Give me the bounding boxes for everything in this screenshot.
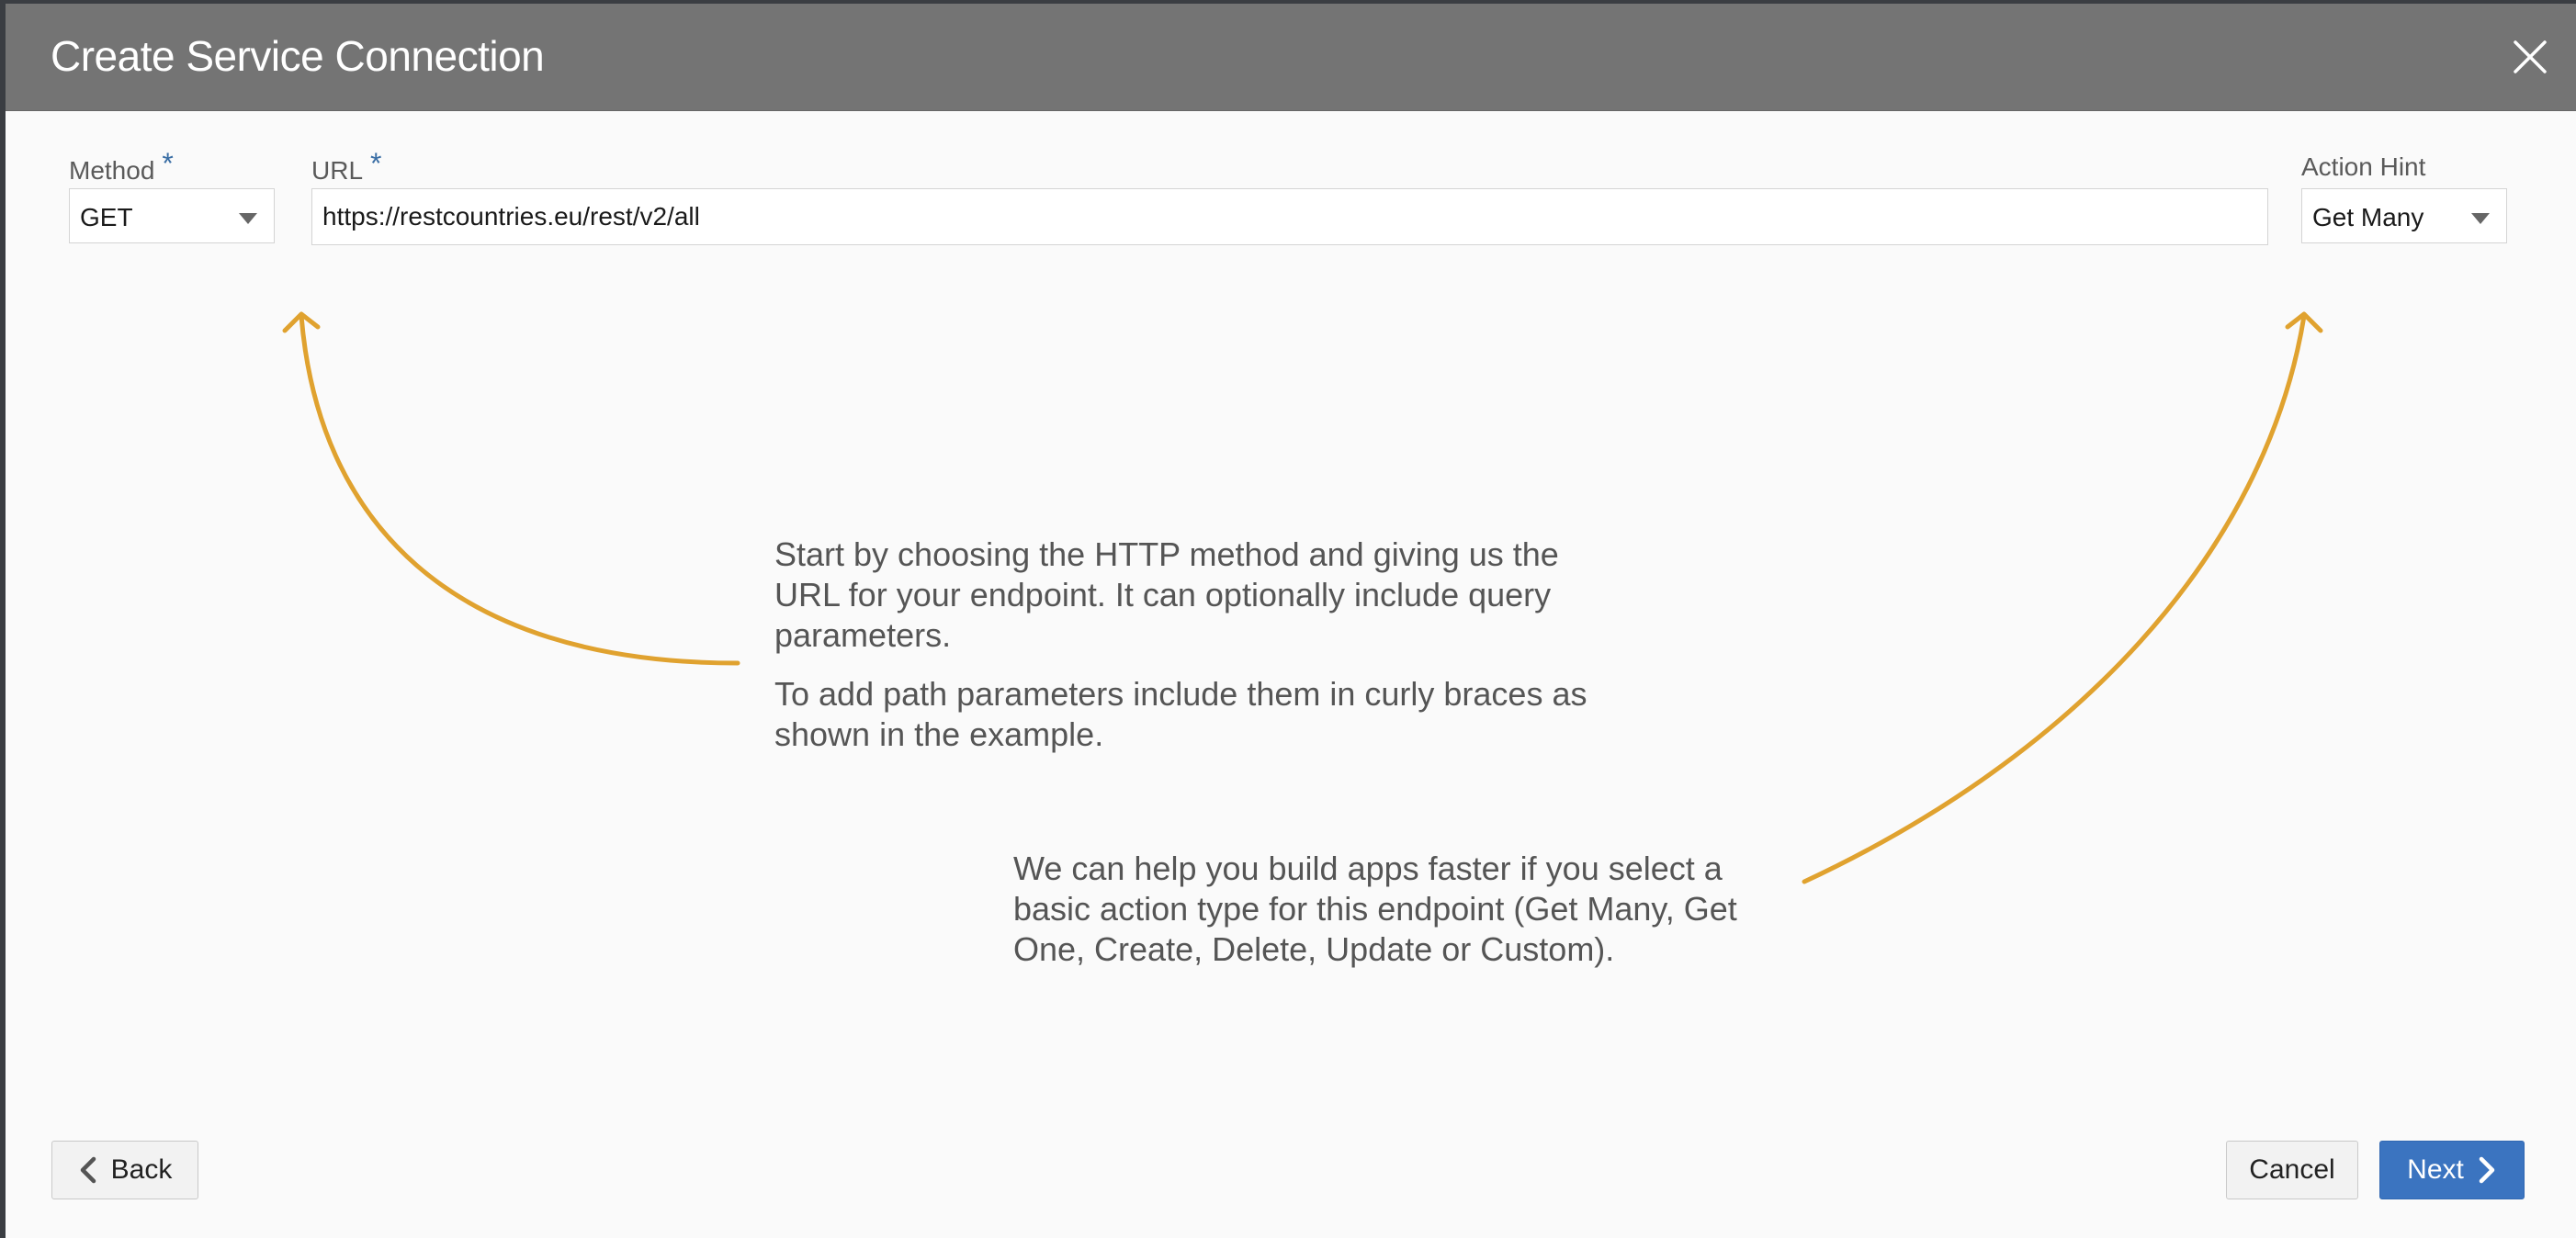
chevron-right-icon [2479,1156,2495,1184]
create-service-connection-dialog: Create Service Connection Method * GET UR… [6,4,2576,1238]
method-select-value: GET [80,203,133,231]
method-label-row: Method * [69,147,174,186]
url-label-row: URL * [311,147,381,186]
url-hint-text: Start by choosing the HTTP method and gi… [774,535,1601,755]
back-button-label: Back [110,1154,173,1185]
action-hint-select-value: Get Many [2312,203,2424,231]
cancel-button-label: Cancel [2249,1154,2335,1185]
dialog-title: Create Service Connection [51,32,545,80]
url-label: URL [311,156,364,185]
caret-down-icon [2471,213,2490,224]
method-required-indicator: * [162,147,174,180]
method-label: Method [69,156,155,185]
chevron-left-icon [80,1156,96,1184]
action-hint-arrow [1802,311,2323,884]
url-hint-arrow [282,311,740,666]
url-required-indicator: * [370,147,382,180]
action-hint-text: We can help you build apps faster if you… [1013,849,1748,970]
method-select[interactable]: GET [69,188,275,243]
action-hint-label-row: Action Hint [2301,152,2425,182]
url-hint-paragraph-2: To add path parameters include them in c… [774,675,1587,753]
caret-down-icon [239,213,257,224]
url-input[interactable] [311,188,2268,245]
close-button[interactable] [2512,39,2548,75]
back-button[interactable]: Back [51,1141,198,1199]
action-hint-select[interactable]: Get Many [2301,188,2507,243]
action-hint-label: Action Hint [2301,152,2426,181]
action-hint-paragraph: We can help you build apps faster if you… [1013,850,1737,968]
url-hint-paragraph-1: Start by choosing the HTTP method and gi… [774,535,1559,654]
next-button-label: Next [2407,1154,2464,1185]
cancel-button[interactable]: Cancel [2226,1141,2358,1199]
close-icon [2514,40,2547,73]
dialog-titlebar: Create Service Connection [6,4,2576,111]
next-button[interactable]: Next [2379,1141,2525,1199]
